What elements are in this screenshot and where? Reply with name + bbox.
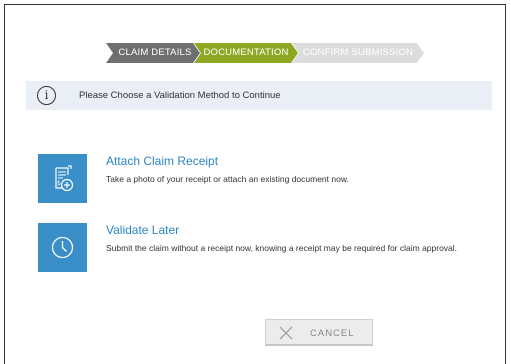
step-documentation[interactable]: DOCUMENTATION bbox=[194, 43, 298, 63]
receipt-add-icon: $ bbox=[55, 165, 74, 192]
cancel-label: CANCEL bbox=[310, 328, 355, 339]
validate-later-description: Submit the claim without a receipt now, … bbox=[106, 243, 458, 253]
attach-receipt-description: Take a photo of your receipt or attach a… bbox=[106, 174, 349, 184]
info-icon: i bbox=[37, 86, 56, 105]
attach-receipt-title[interactable]: Attach Claim Receipt bbox=[106, 154, 218, 168]
validate-later-title[interactable]: Validate Later bbox=[106, 223, 179, 237]
attach-receipt-button[interactable]: $ bbox=[38, 154, 87, 203]
close-icon bbox=[279, 326, 293, 340]
info-banner: i Please Choose a Validation Method to C… bbox=[26, 81, 492, 110]
step-confirm-submission[interactable]: CONFIRM SUBMISSION bbox=[292, 43, 424, 63]
svg-text:$: $ bbox=[57, 180, 61, 187]
step-claim-details[interactable]: CLAIM DETAILS bbox=[106, 43, 200, 63]
clock-icon bbox=[51, 236, 74, 259]
validate-later-button[interactable] bbox=[38, 223, 87, 272]
cancel-button[interactable]: CANCEL bbox=[265, 319, 373, 346]
info-text: Please Choose a Validation Method to Con… bbox=[79, 90, 281, 101]
